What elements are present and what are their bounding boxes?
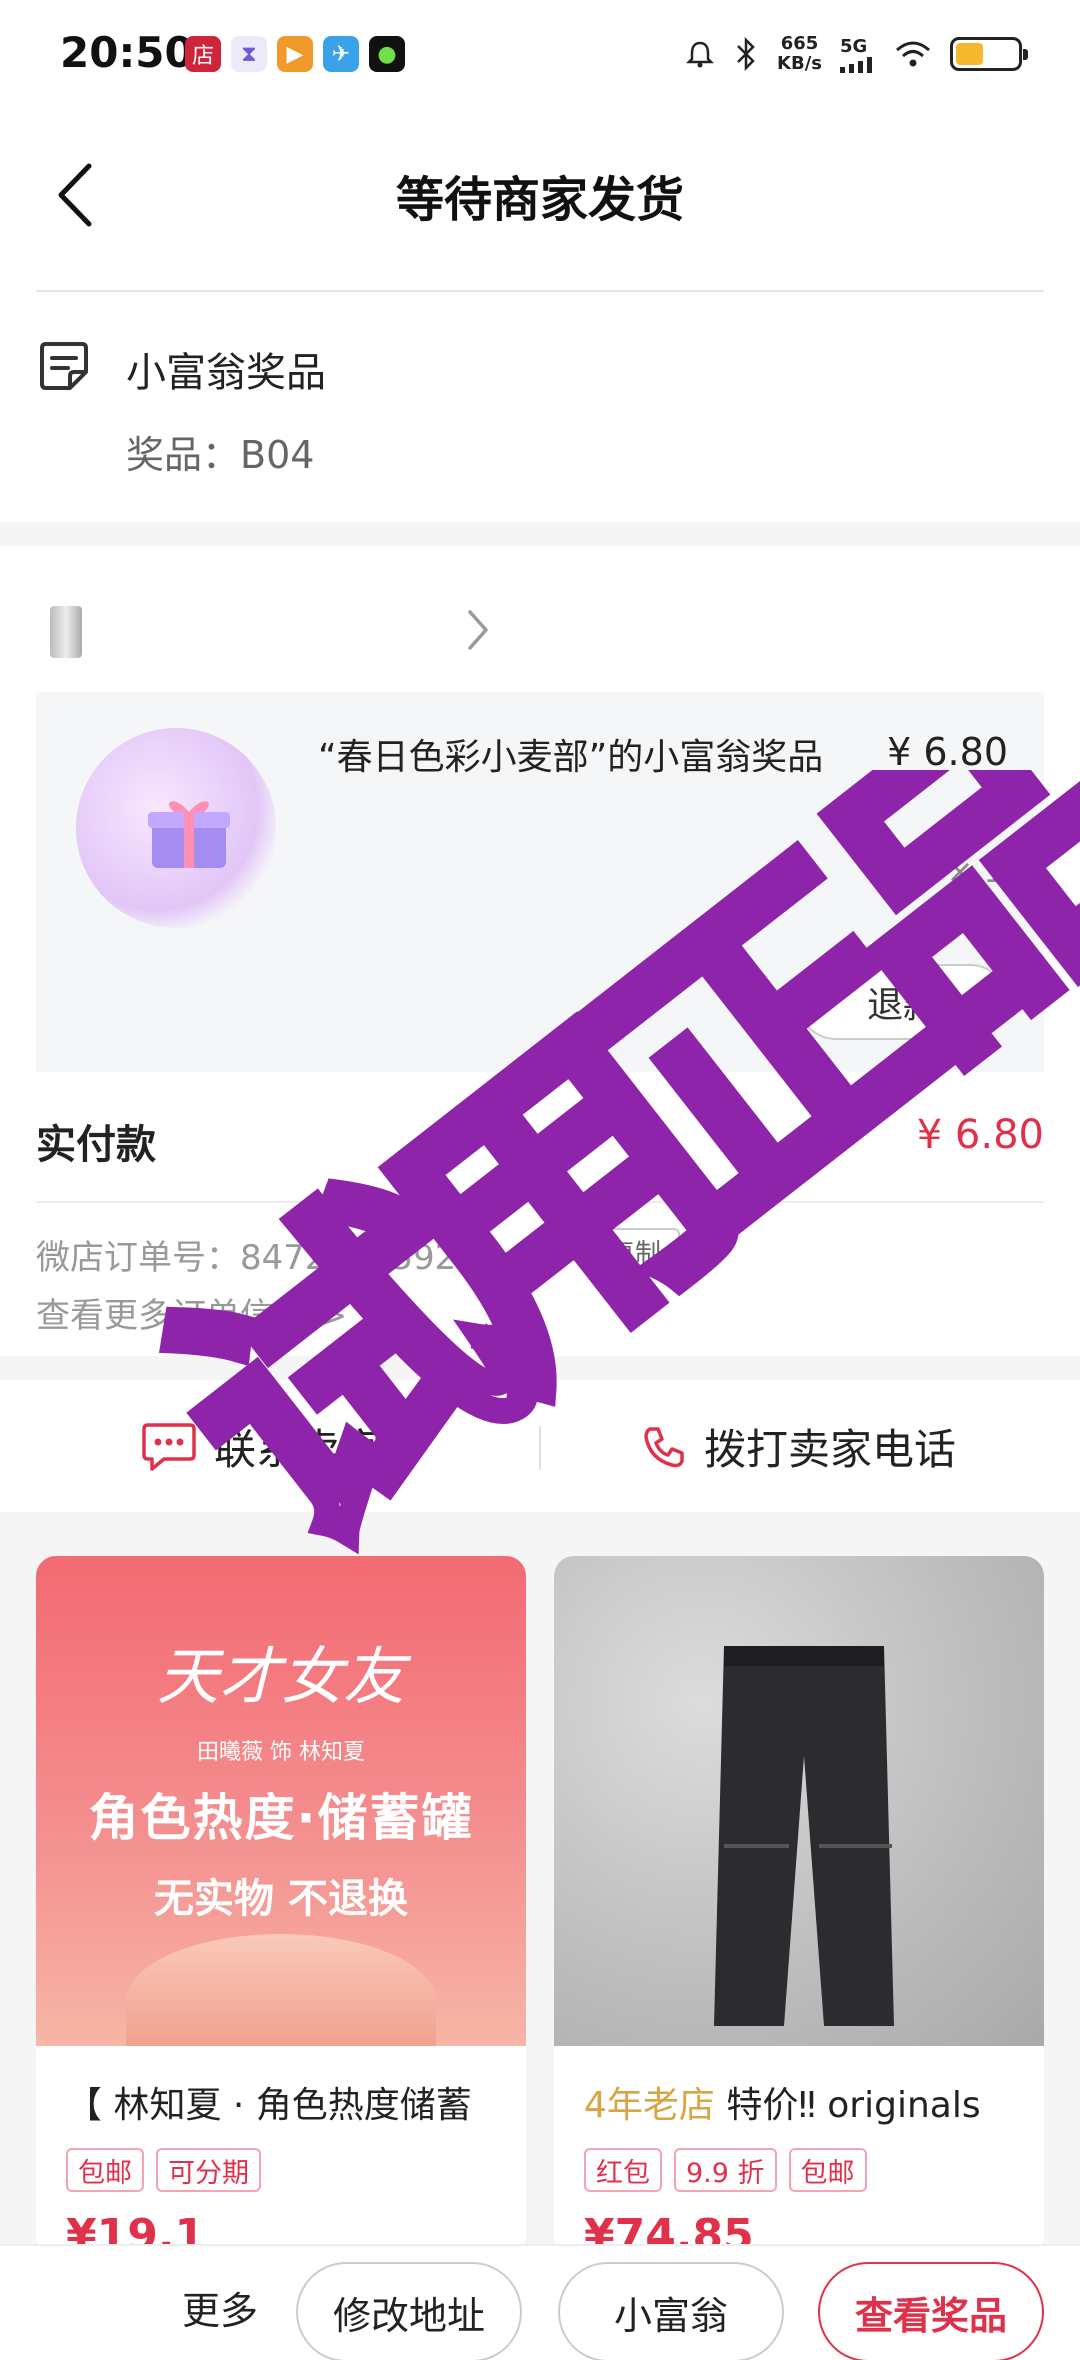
status-app-icons: 店 ⧗ ▶ ✈ ●	[185, 36, 405, 72]
banner-headline: 角色热度·储蓄罐	[88, 1789, 474, 1847]
tag: 包邮	[66, 2148, 144, 2192]
note-icon	[40, 342, 88, 390]
contact-seller-button[interactable]: 联系卖家	[140, 1416, 382, 1477]
tag: 9.9 折	[674, 2148, 777, 2192]
green-dot-app-icon: ●	[369, 36, 405, 72]
prize-notice-card: 小富翁奖品 奖品：B04	[0, 292, 1080, 522]
recommendation-card[interactable]: 4年老店 特价‼ originals 红包 9.9 折 包邮 ¥74.85	[554, 1556, 1044, 2256]
divider	[539, 1426, 541, 1470]
alarm-icon	[686, 41, 715, 68]
status-bar: 20:50 店 ⧗ ▶ ✈ ● 665 KB/s 5G	[0, 0, 1080, 110]
pants-photo	[714, 1646, 894, 2026]
status-indicators: 665 KB/s 5G	[685, 34, 1028, 74]
net-speed-value: 665	[780, 33, 819, 54]
recommendation-title-row: 4年老店 特价‼ originals	[584, 2076, 1034, 2128]
chevron-right-icon	[468, 610, 488, 650]
view-prize-button[interactable]: 查看奖品	[818, 2262, 1044, 2360]
recommendation-title: 【 林知夏 · 角色热度储蓄	[66, 2085, 472, 2126]
product-name: “春日色彩小麦部”的小富翁奖品	[318, 737, 824, 778]
wifi-icon	[896, 41, 930, 67]
rich-game-button[interactable]: 小富翁	[558, 2262, 784, 2360]
cast-credit: 田曦薇 饰 林知夏	[197, 1740, 365, 1765]
title-bar: 等待商家发货	[0, 110, 1080, 292]
net-speed: 665 KB/s	[777, 34, 822, 74]
shop-row[interactable]	[36, 586, 506, 676]
phone-icon	[644, 1426, 684, 1467]
order-card: “春日色彩小麦部”的小富翁奖品 ¥ 6.80 × 1 退款 实付款 ¥ 6.80…	[0, 546, 1080, 1356]
order-number: 微店订单号：84722··35926	[36, 1238, 478, 1278]
more-order-info-link[interactable]: 查看更多订单信息 >	[36, 1288, 347, 1337]
net-speed-unit: KB/s	[777, 53, 822, 74]
shop-avatar	[50, 606, 82, 658]
video-app-icon: ▶	[277, 36, 313, 72]
contact-bar: 联系卖家 拨打卖家电话	[0, 1380, 1080, 1512]
paper-plane-app-icon: ✈	[323, 36, 359, 72]
divider	[36, 1201, 1044, 1203]
edit-address-button[interactable]: 修改地址	[296, 2262, 522, 2360]
product-quantity: × 1	[946, 852, 1004, 890]
recommendation-image: 天才女友 田曦薇 饰 林知夏 角色热度·储蓄罐 无实物 不退换	[36, 1556, 526, 2046]
paid-amount: ¥ 6.80	[916, 1112, 1044, 1158]
recommendation-title: 特价‼ originals	[726, 2085, 981, 2126]
call-seller-label: 拨打卖家电话	[704, 1425, 957, 1474]
chat-bubble-icon	[142, 1422, 196, 1471]
call-seller-button[interactable]: 拨打卖家电话	[640, 1416, 956, 1477]
open-book-graphic	[126, 1934, 436, 2046]
tag-list: 包邮 可分期	[66, 2148, 261, 2192]
contact-seller-label: 联系卖家	[214, 1425, 383, 1474]
more-button[interactable]: 更多	[182, 2280, 258, 2335]
battery-icon	[950, 37, 1028, 71]
signal-bars-icon	[840, 56, 872, 73]
recommendation-image	[554, 1556, 1044, 2046]
prize-title: 小富翁奖品	[126, 350, 326, 396]
cellular-signal: 5G	[840, 36, 876, 73]
tag: 包邮	[788, 2148, 867, 2192]
page-title: 等待商家发货	[395, 172, 684, 228]
bottom-action-bar: 更多 修改地址 小富翁 查看奖品	[0, 2244, 1080, 2360]
bluetooth-icon	[737, 37, 755, 71]
network-type: 5G	[840, 35, 868, 57]
refund-button[interactable]: 退款	[798, 964, 1008, 1040]
shop-age-badge: 4年老店	[584, 2085, 715, 2126]
product-image	[76, 728, 276, 928]
product-item[interactable]: “春日色彩小麦部”的小富翁奖品 ¥ 6.80 × 1 退款	[36, 692, 1044, 1072]
recommendation-card[interactable]: 天才女友 田曦薇 饰 林知夏 角色热度·储蓄罐 无实物 不退换 【 林知夏 · …	[36, 1556, 526, 2256]
tag: 可分期	[156, 2148, 261, 2192]
banner-subline: 无实物 不退换	[154, 1876, 408, 1922]
shop-app-icon: 店	[185, 36, 221, 72]
status-time: 20:50	[60, 28, 194, 77]
prize-code: 奖品：B04	[126, 433, 315, 477]
drama-logo: 天才女友	[156, 1640, 405, 1713]
tag-list: 红包 9.9 折 包邮	[584, 2148, 867, 2192]
tag: 红包	[584, 2148, 662, 2192]
copy-button[interactable]: 复制	[590, 1228, 680, 1274]
hourglass-app-icon: ⧗	[231, 36, 267, 72]
gift-box-icon	[148, 801, 230, 868]
paid-label: 实付款	[36, 1122, 156, 1168]
product-price: ¥ 6.80	[887, 730, 1008, 774]
